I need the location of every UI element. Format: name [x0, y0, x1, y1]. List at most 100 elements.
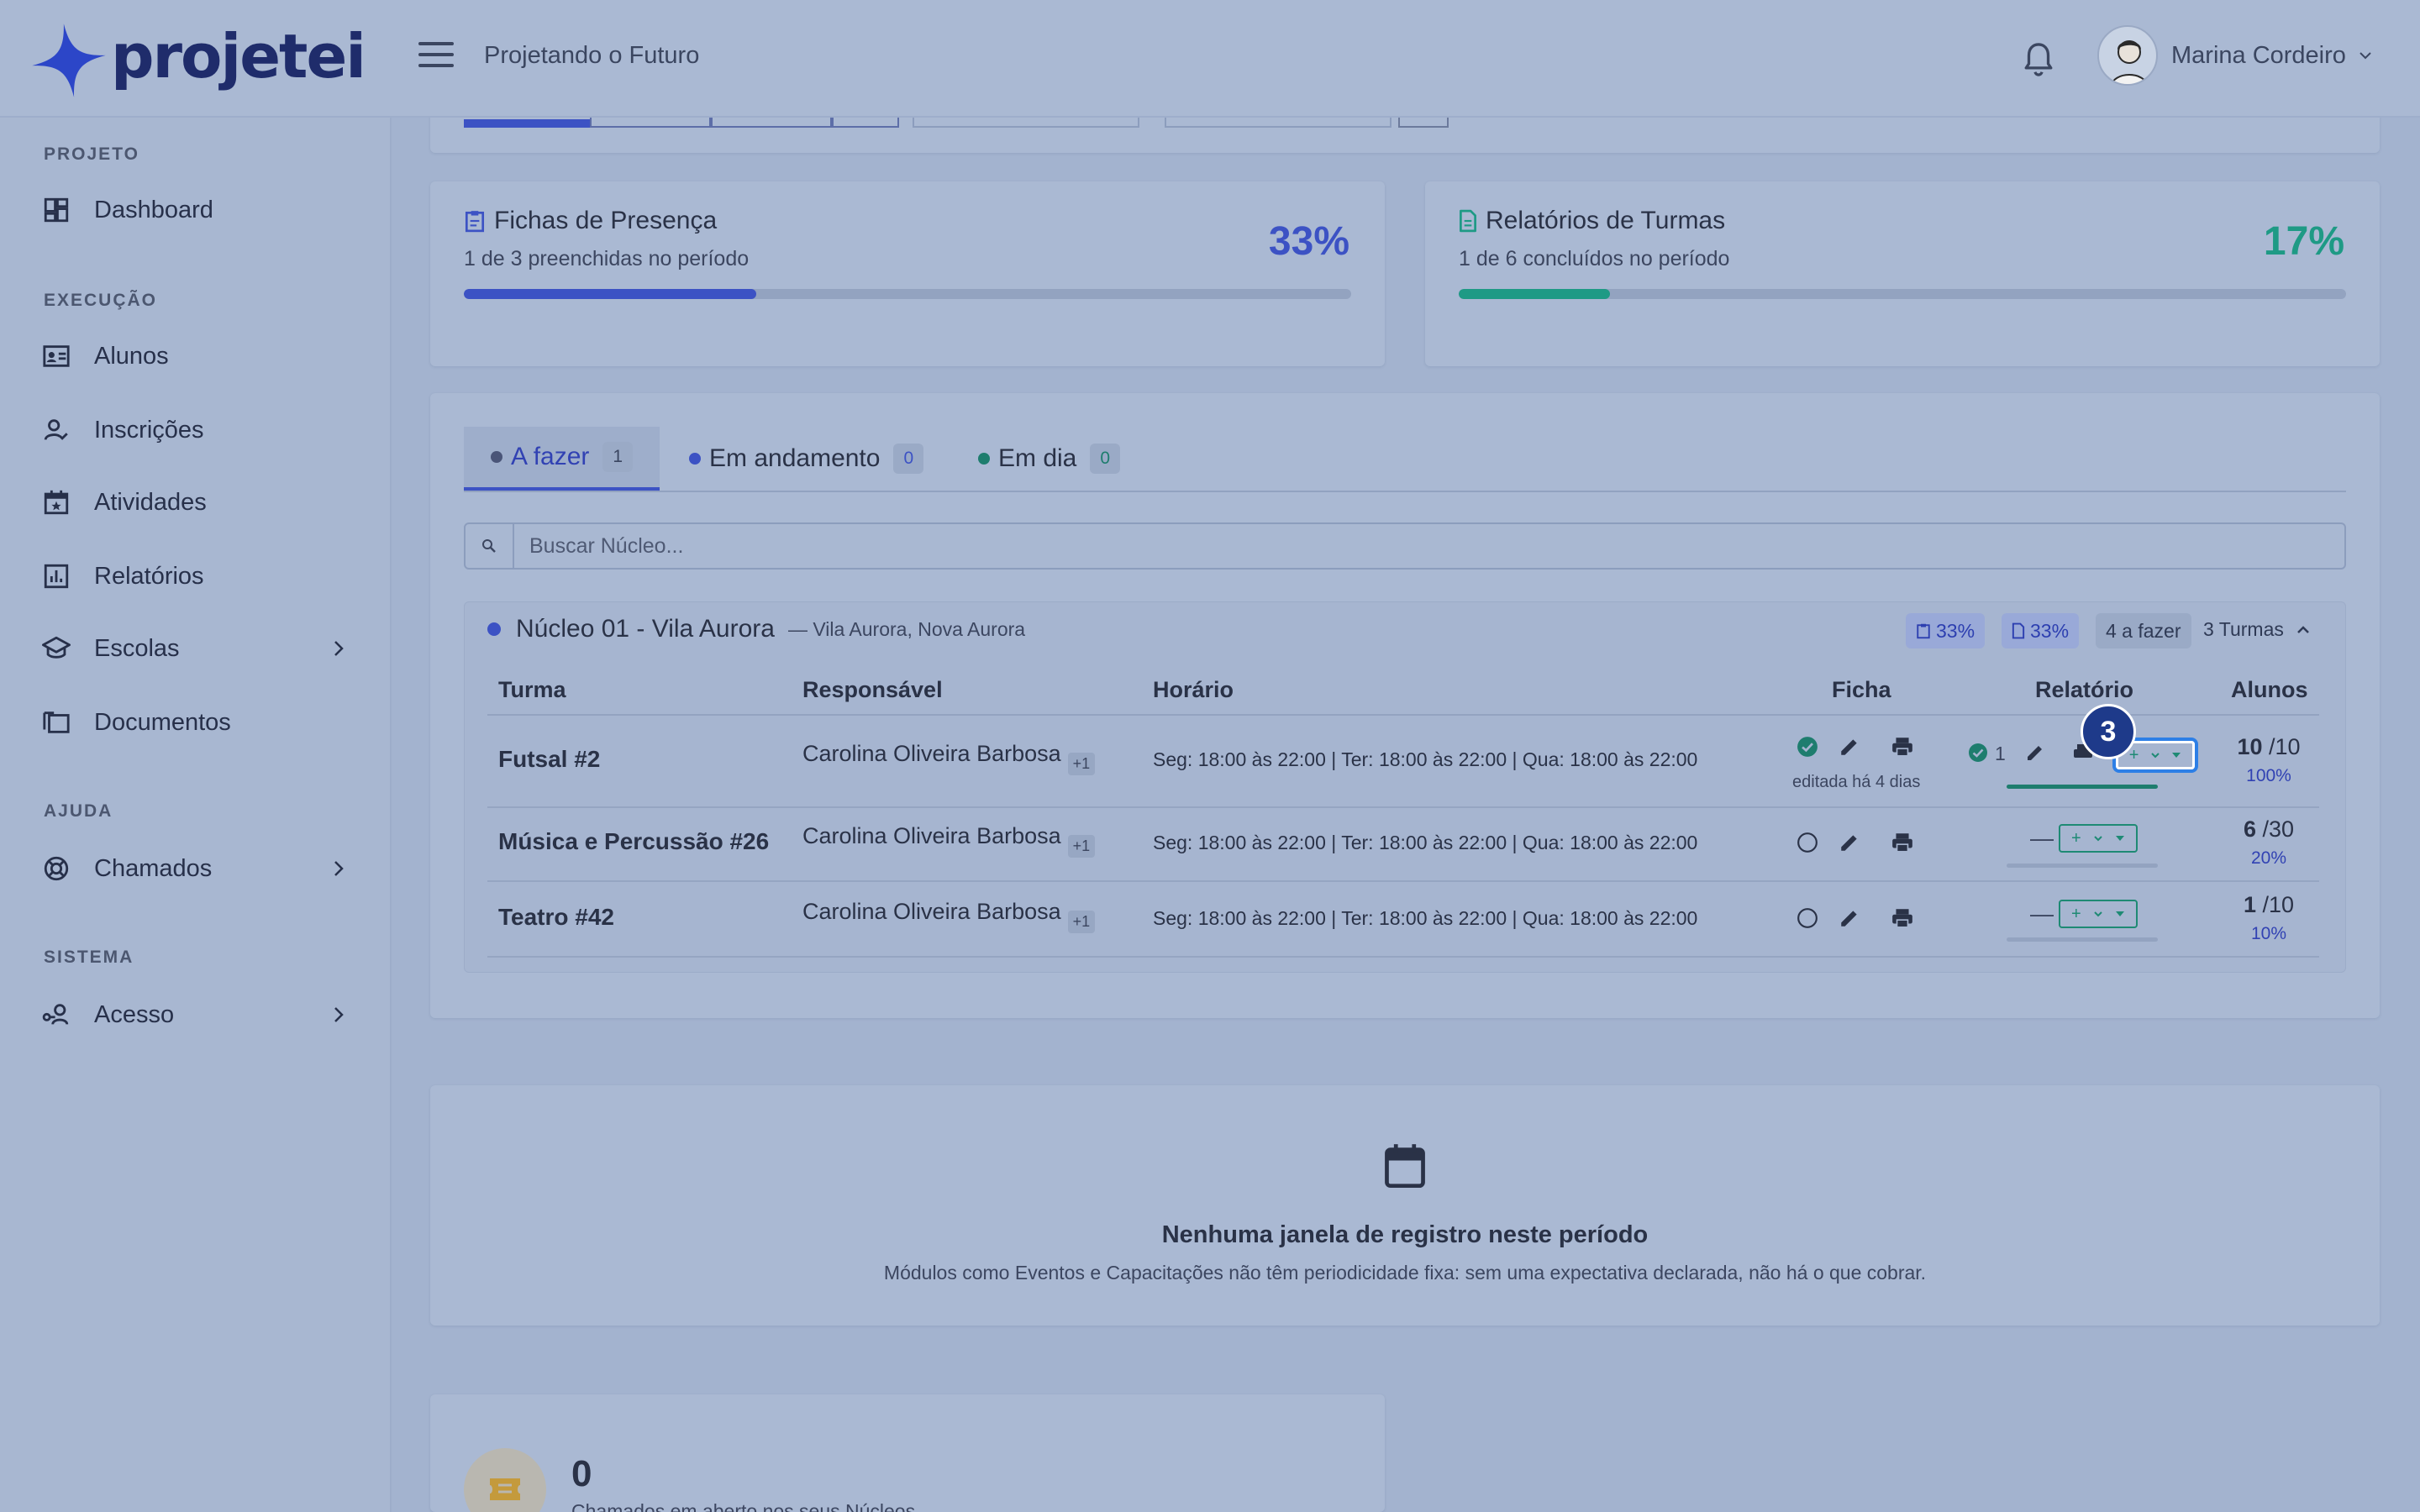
- clipboard-icon: [1917, 623, 1930, 639]
- plus-icon: +: [2071, 828, 2081, 848]
- relatorio-count: 1: [1995, 743, 2006, 764]
- todo-chip: 4 a fazer: [2096, 613, 2191, 648]
- document-icon: [1460, 209, 1476, 233]
- sidebar-item-relatorios[interactable]: Relatórios: [42, 551, 345, 601]
- extra-count-badge[interactable]: +1: [1067, 835, 1096, 858]
- chevron-right-icon: [334, 641, 344, 656]
- edit-relatorio-icon[interactable]: [2025, 743, 2045, 763]
- turma-name[interactable]: Futsal #2: [498, 746, 600, 773]
- sidebar-section-projeto: PROJETO: [44, 144, 139, 164]
- horario: Seg: 18:00 às 22:00 | Ter: 18:00 às 22:0…: [1153, 832, 1698, 853]
- sidebar-item-escolas[interactable]: Escolas: [42, 623, 345, 674]
- add-relatorio-dropdown[interactable]: +: [2059, 824, 2138, 853]
- turmas-count-toggle[interactable]: 3 Turmas: [2203, 618, 2311, 641]
- plus-icon: +: [2071, 904, 2081, 923]
- empty-circle-icon: [1797, 832, 1818, 853]
- alunos-value: 6: [2243, 816, 2256, 842]
- chevron-down-icon: [2360, 52, 2371, 60]
- relatorios-title: Relatórios de Turmas: [1459, 207, 1725, 235]
- tab-divider: [464, 491, 2346, 492]
- print-ficha-icon[interactable]: [1891, 907, 1914, 929]
- logo[interactable]: projetei: [30, 21, 366, 99]
- search-icon: [466, 524, 514, 568]
- menu-toggle-icon[interactable]: [418, 42, 454, 76]
- chamados-count: 0: [571, 1453, 592, 1494]
- col-header-alunos: Alunos: [2231, 677, 2308, 702]
- extra-count-badge[interactable]: +1: [1067, 753, 1096, 775]
- extra-count-badge[interactable]: +1: [1067, 911, 1096, 933]
- fichas-progress-fill: [464, 289, 757, 299]
- print-ficha-icon[interactable]: [1891, 736, 1914, 758]
- tab-em-andamento[interactable]: Em andamento 0: [662, 427, 950, 491]
- period-segment-active[interactable]: [464, 119, 590, 128]
- fichas-card: Fichas de Presença 1 de 3 preenchidas no…: [430, 181, 1385, 366]
- sidebar-item-label: Inscrições: [94, 416, 204, 444]
- fichas-progress: [464, 289, 1351, 299]
- sidebar: PROJETO Dashboard EXECUÇÃO Alunos Inscri…: [0, 118, 392, 1512]
- turmas-count: 3 Turmas: [2203, 618, 2284, 640]
- nucleo-header[interactable]: Núcleo 01 - Vila Aurora — Vila Aurora, N…: [487, 615, 1025, 643]
- sidebar-item-chamados[interactable]: Chamados: [42, 843, 345, 894]
- chevron-right-icon: [334, 861, 344, 876]
- edit-ficha-icon[interactable]: [1839, 736, 1860, 758]
- relatorio-chip: 33%: [2002, 613, 2080, 648]
- alunos-percent: 20%: [2250, 848, 2287, 868]
- row-divider: [487, 880, 2319, 882]
- dashboard-icon: [44, 197, 69, 223]
- sidebar-item-dashboard[interactable]: Dashboard: [42, 185, 345, 235]
- user-menu[interactable]: Marina Cordeiro: [2097, 25, 2373, 86]
- col-header-ficha: Ficha: [1832, 677, 1891, 702]
- alunos-percent: 10%: [2250, 924, 2287, 943]
- tab-count-badge: 0: [1090, 444, 1121, 474]
- tab-count-badge: 0: [893, 444, 924, 474]
- search-box[interactable]: [464, 522, 2346, 570]
- folders-icon: [43, 711, 70, 733]
- sidebar-item-inscricoes[interactable]: Inscrições: [42, 405, 345, 455]
- relatorios-progress: [1459, 289, 2346, 299]
- alunos-value: 1: [2243, 892, 2256, 917]
- chip-value: 33%: [1936, 619, 1975, 642]
- bell-icon[interactable]: [2022, 40, 2055, 79]
- school-icon: [42, 636, 71, 659]
- sidebar-item-atividades[interactable]: Atividades: [42, 477, 345, 528]
- edit-ficha-icon[interactable]: [1839, 832, 1860, 853]
- user-name: Marina Cordeiro: [2171, 41, 2346, 69]
- turma-name[interactable]: Teatro #42: [498, 904, 614, 931]
- responsavel: Carolina Oliveira Barbosa +1: [802, 899, 1096, 933]
- calendar-icon: [1385, 1144, 1425, 1189]
- search-input[interactable]: [529, 533, 2210, 559]
- alunos-count: 10 /10: [2218, 734, 2319, 760]
- chamados-subtitle: Chamados em aberto nos seus Núcleos: [571, 1500, 916, 1512]
- ficha-edited-text: editada há 4 dias: [1792, 773, 1921, 791]
- add-relatorio-dropdown[interactable]: +: [2059, 900, 2138, 928]
- relatorios-subtitle: 1 de 6 concluídos no período: [1459, 247, 1730, 270]
- sidebar-item-label: Dashboard: [94, 196, 213, 223]
- user-check-icon: [44, 419, 68, 440]
- relatorio-progress: [2007, 864, 2158, 868]
- empty-state-title: Nenhuma janela de registro neste período: [1161, 1221, 1649, 1248]
- nucleo-name: Núcleo 01 - Vila Aurora: [516, 615, 775, 643]
- tab-em-dia[interactable]: Em dia 0: [951, 427, 1147, 491]
- document-icon: [2012, 622, 2025, 639]
- relatorios-progress-fill: [1459, 289, 1610, 299]
- tab-a-fazer[interactable]: A fazer 1: [464, 427, 660, 491]
- responsavel: Carolina Oliveira Barbosa +1: [802, 823, 1096, 858]
- sidebar-item-alunos[interactable]: Alunos: [42, 331, 345, 381]
- print-ficha-icon[interactable]: [1891, 832, 1914, 853]
- responsavel-name: Carolina Oliveira Barbosa: [802, 823, 1061, 848]
- caret-down-icon: [2172, 753, 2181, 758]
- sidebar-item-documentos[interactable]: Documentos: [42, 697, 345, 748]
- edit-ficha-icon[interactable]: [1839, 907, 1860, 929]
- table-divider: [487, 714, 2319, 716]
- sidebar-item-acesso[interactable]: Acesso: [42, 990, 345, 1040]
- tab-label: Em andamento: [709, 444, 881, 472]
- empty-state-card: Nenhuma janela de registro neste período…: [430, 1085, 2380, 1326]
- turma-name[interactable]: Música e Percussão #26: [498, 828, 769, 855]
- sidebar-section-sistema: SISTEMA: [44, 948, 134, 967]
- empty-circle-icon: [1797, 908, 1818, 928]
- sidebar-item-label: Escolas: [94, 634, 180, 662]
- responsavel-name: Carolina Oliveira Barbosa: [802, 741, 1061, 766]
- fichas-title: Fichas de Presença: [464, 207, 717, 235]
- tab-count-badge: 1: [602, 442, 634, 472]
- sidebar-section-ajuda: AJUDA: [44, 801, 113, 821]
